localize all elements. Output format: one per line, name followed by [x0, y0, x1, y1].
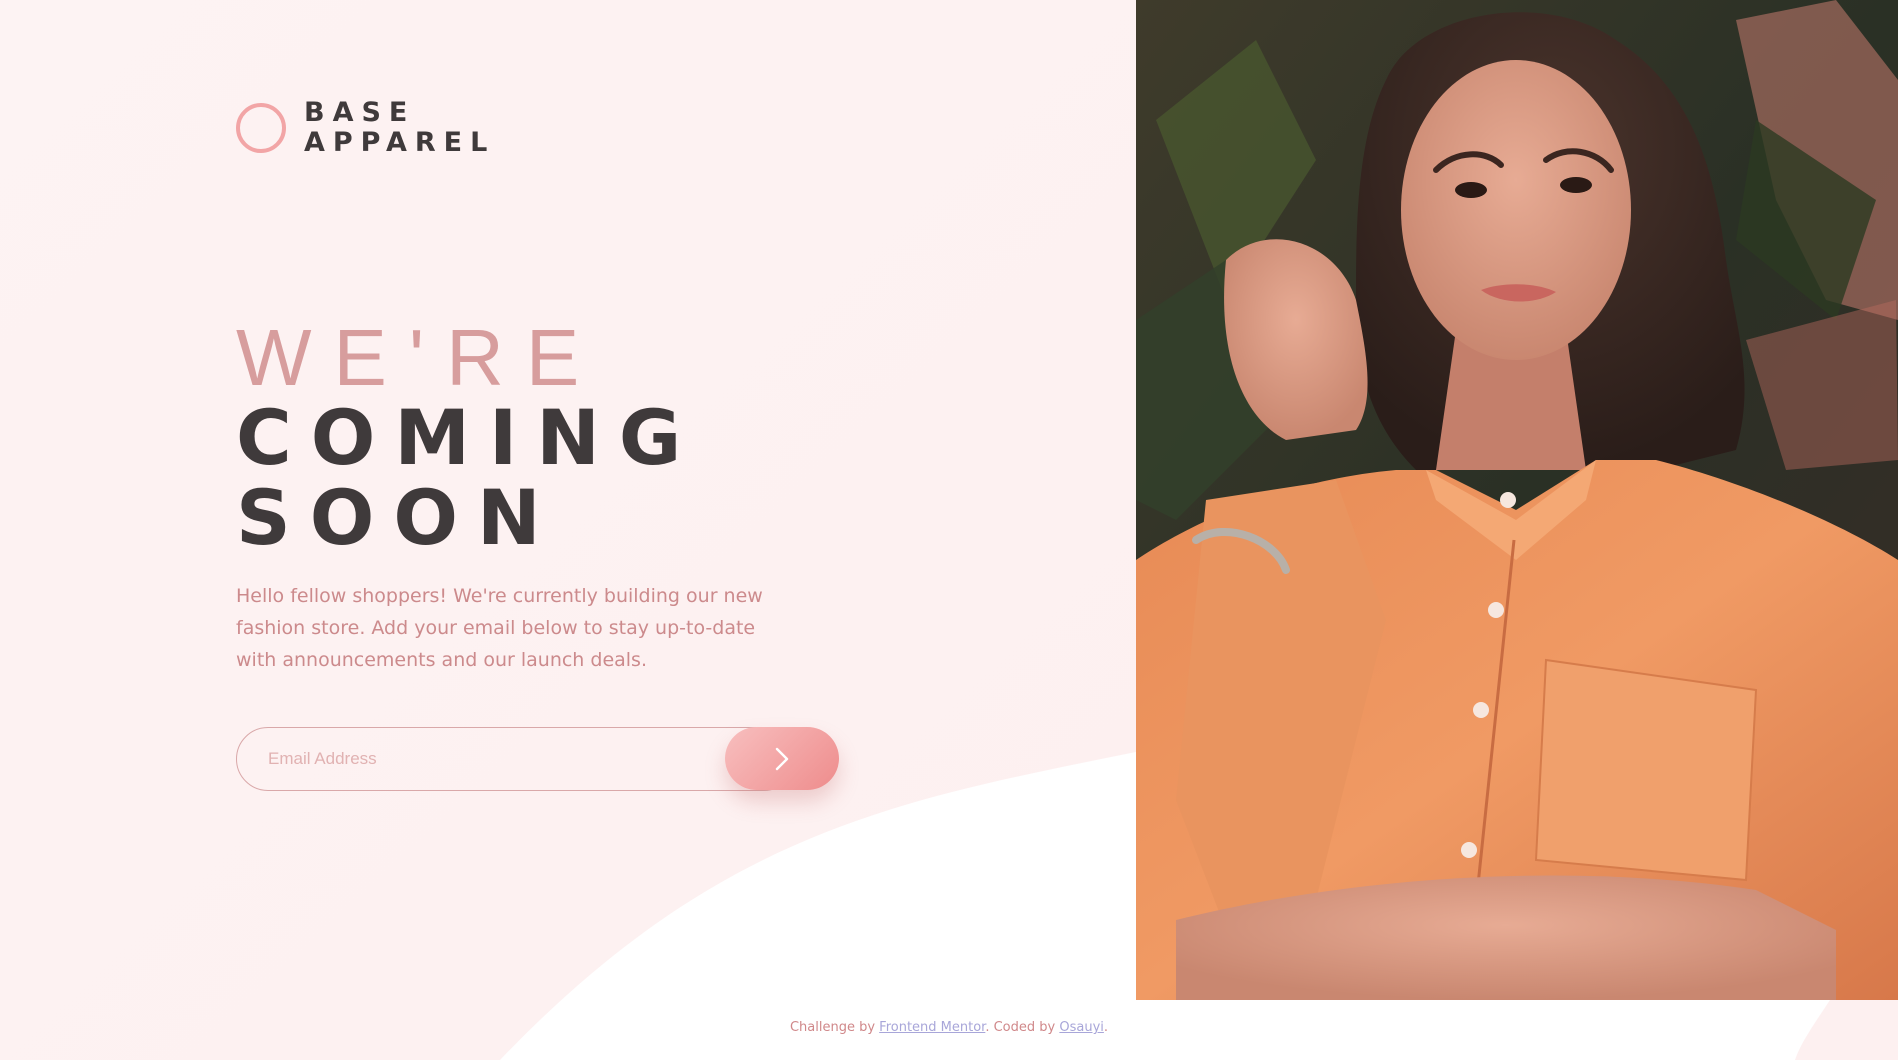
brand-line-2: APPAREL [304, 127, 496, 158]
footer-middle: . Coded by [985, 1020, 1060, 1035]
brand-logo[interactable]: BASE APPAREL [236, 98, 495, 158]
brand-name: BASE APPAREL [304, 98, 495, 158]
hero-image [1136, 0, 1898, 1000]
subscribe-form [236, 727, 839, 791]
headline-bold-2: SOON [236, 473, 560, 562]
logo-circle-icon [236, 103, 286, 153]
model-photo [1136, 0, 1898, 1000]
author-link[interactable]: Osauyi [1059, 1020, 1104, 1035]
chevron-right-icon [775, 747, 789, 770]
frontend-mentor-link[interactable]: Frontend Mentor [879, 1020, 985, 1035]
headline-light: WE'RE [236, 313, 602, 402]
submit-button[interactable] [725, 727, 839, 790]
attribution-footer: Challenge by Frontend Mentor. Coded by O… [0, 1020, 1898, 1035]
page-headline: WE'RE COMING SOON [236, 318, 700, 558]
main-content: BASE APPAREL WE'RE COMING SOON Hello fel… [0, 0, 1136, 1000]
email-input[interactable] [236, 727, 796, 791]
intro-text: Hello fellow shoppers! We're currently b… [236, 585, 763, 671]
brand-line-1: BASE [304, 97, 416, 128]
footer-suffix: . [1103, 1020, 1109, 1035]
headline-bold-1: COMING [236, 393, 701, 482]
footer-prefix: Challenge by [789, 1020, 880, 1035]
